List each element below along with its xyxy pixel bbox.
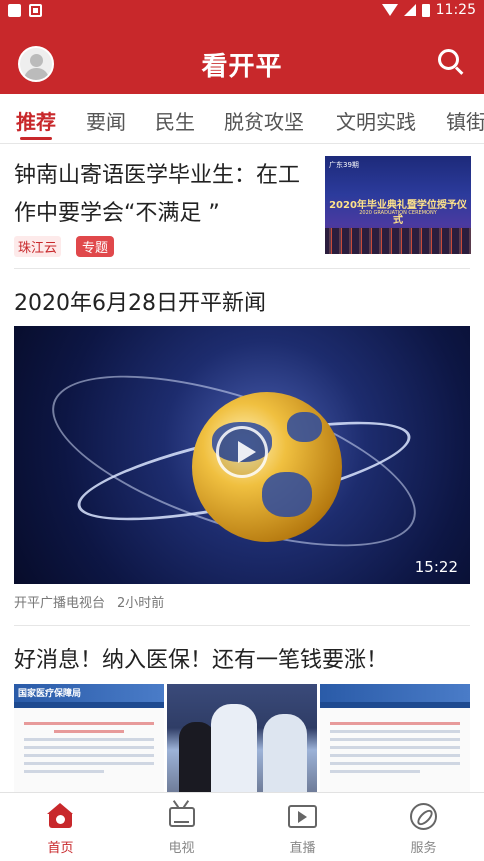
nav-tv[interactable]: 电视	[121, 793, 242, 861]
article-source: 开平广播电视台	[14, 596, 106, 611]
notification-icon-a	[29, 4, 42, 17]
doc-nav-bar	[320, 702, 470, 708]
doc-line	[330, 770, 420, 773]
globe-land	[287, 412, 322, 442]
nav-label: 首页	[47, 841, 74, 856]
doc-line	[24, 754, 154, 757]
live-icon	[288, 805, 317, 828]
article-image[interactable]	[320, 684, 470, 792]
article-headline[interactable]: 钟南山寄语医学毕业生：在工作中要学会“不满足 ”	[14, 157, 304, 233]
doc-line	[54, 730, 124, 733]
doc-header-text: 国家医疗保障局	[18, 689, 82, 699]
signal-icon	[403, 4, 416, 16]
list-item[interactable]: 钟南山寄语医学毕业生：在工作中要学会“不满足 ” 珠江云 专题 广东39期 20…	[14, 145, 471, 269]
list-item[interactable]: 2020年6月28日开平新闻 15:22 开平广播电视台 2小时前	[14, 269, 470, 626]
doc-header-bar: 国家医疗保障局	[14, 684, 164, 702]
notification-icons	[8, 4, 42, 17]
tab-civilization-practice[interactable]: 文明实践	[336, 106, 416, 135]
article-headline[interactable]: 好消息！纳入医保！还有一笔钱要涨！	[14, 642, 388, 674]
bottom-nav: 首页 电视 直播 服务	[0, 792, 484, 860]
tab-recommend[interactable]: 推荐	[16, 106, 56, 135]
doc-line	[330, 722, 460, 725]
photo-figure	[179, 722, 215, 792]
doc-header-bar	[320, 684, 470, 702]
doc-line	[330, 746, 460, 749]
nav-home[interactable]: 首页	[0, 793, 121, 861]
globe-graphic	[192, 392, 342, 542]
tv-base-shape	[174, 821, 189, 823]
doc-line	[24, 722, 154, 725]
nav-label: 服务	[410, 841, 437, 856]
tab-livelihood[interactable]: 民生	[155, 106, 195, 135]
video-thumbnail[interactable]: 15:22	[14, 326, 470, 584]
search-handle-shape	[454, 66, 464, 75]
battery-icon	[421, 3, 430, 17]
doc-line	[24, 746, 154, 749]
news-feed[interactable]: 钟南山寄语医学毕业生：在工作中要学会“不满足 ” 珠江云 专题 广东39期 20…	[0, 145, 484, 792]
thumbnail-crowd	[325, 228, 471, 254]
article-time: 2小时前	[117, 596, 165, 611]
system-icons: 11:25	[381, 2, 476, 18]
clock: 11:25	[435, 2, 476, 18]
nav-service[interactable]: 服务	[363, 793, 484, 861]
topic-badge: 专题	[76, 236, 115, 257]
tab-headlines[interactable]: 要闻	[86, 106, 126, 135]
article-image[interactable]: 国家医疗保障局	[14, 684, 164, 792]
home-icon	[47, 803, 74, 828]
list-item[interactable]: 好消息！纳入医保！还有一笔钱要涨！ 国家医疗保障局	[14, 626, 470, 792]
article-thumbnail[interactable]: 广东39期 2020年毕业典礼暨学位授予仪式 2020 GRADUATION C…	[325, 156, 471, 254]
thumbnail-banner-subtext: 2020 GRADUATION CEREMONY	[359, 210, 437, 216]
search-icon[interactable]	[438, 49, 464, 75]
tab-towns[interactable]: 镇街	[446, 106, 484, 135]
article-meta: 开平广播电视台 2小时前	[14, 592, 164, 611]
compass-icon	[410, 803, 437, 830]
photo-figure	[211, 704, 257, 792]
play-icon[interactable]	[216, 426, 268, 478]
doc-line	[330, 730, 460, 733]
tv-icon	[169, 807, 195, 827]
page-title: 看开平	[201, 52, 283, 82]
doc-line	[24, 738, 154, 741]
tab-poverty-alleviation[interactable]: 脱贫攻坚	[224, 106, 304, 135]
app-header: 看开平	[0, 24, 484, 94]
doc-line	[330, 754, 460, 757]
category-tabs: 推荐 要闻 民生 脱贫攻坚 文明实践 镇街	[0, 94, 484, 144]
doc-line	[24, 762, 154, 765]
photo-figure	[263, 714, 307, 792]
nav-live[interactable]: 直播	[242, 793, 363, 861]
source-tag: 珠江云	[14, 236, 62, 257]
tab-active-indicator	[20, 137, 52, 140]
video-duration: 15:22	[414, 558, 458, 576]
home-dot-shape	[56, 815, 65, 824]
status-bar: 11:25	[0, 0, 484, 24]
article-headline[interactable]: 2020年6月28日开平新闻	[14, 285, 266, 317]
article-image[interactable]	[167, 684, 317, 792]
nav-label: 电视	[168, 841, 195, 856]
wifi-icon	[381, 4, 398, 16]
globe-land	[262, 472, 312, 517]
doc-line	[330, 762, 460, 765]
notification-icon	[8, 4, 21, 17]
doc-nav-bar	[14, 702, 164, 708]
doc-line	[24, 770, 104, 773]
doc-line	[330, 738, 460, 741]
nav-label: 直播	[289, 841, 316, 856]
thumbnail-logo-text: 广东39期	[329, 161, 359, 169]
